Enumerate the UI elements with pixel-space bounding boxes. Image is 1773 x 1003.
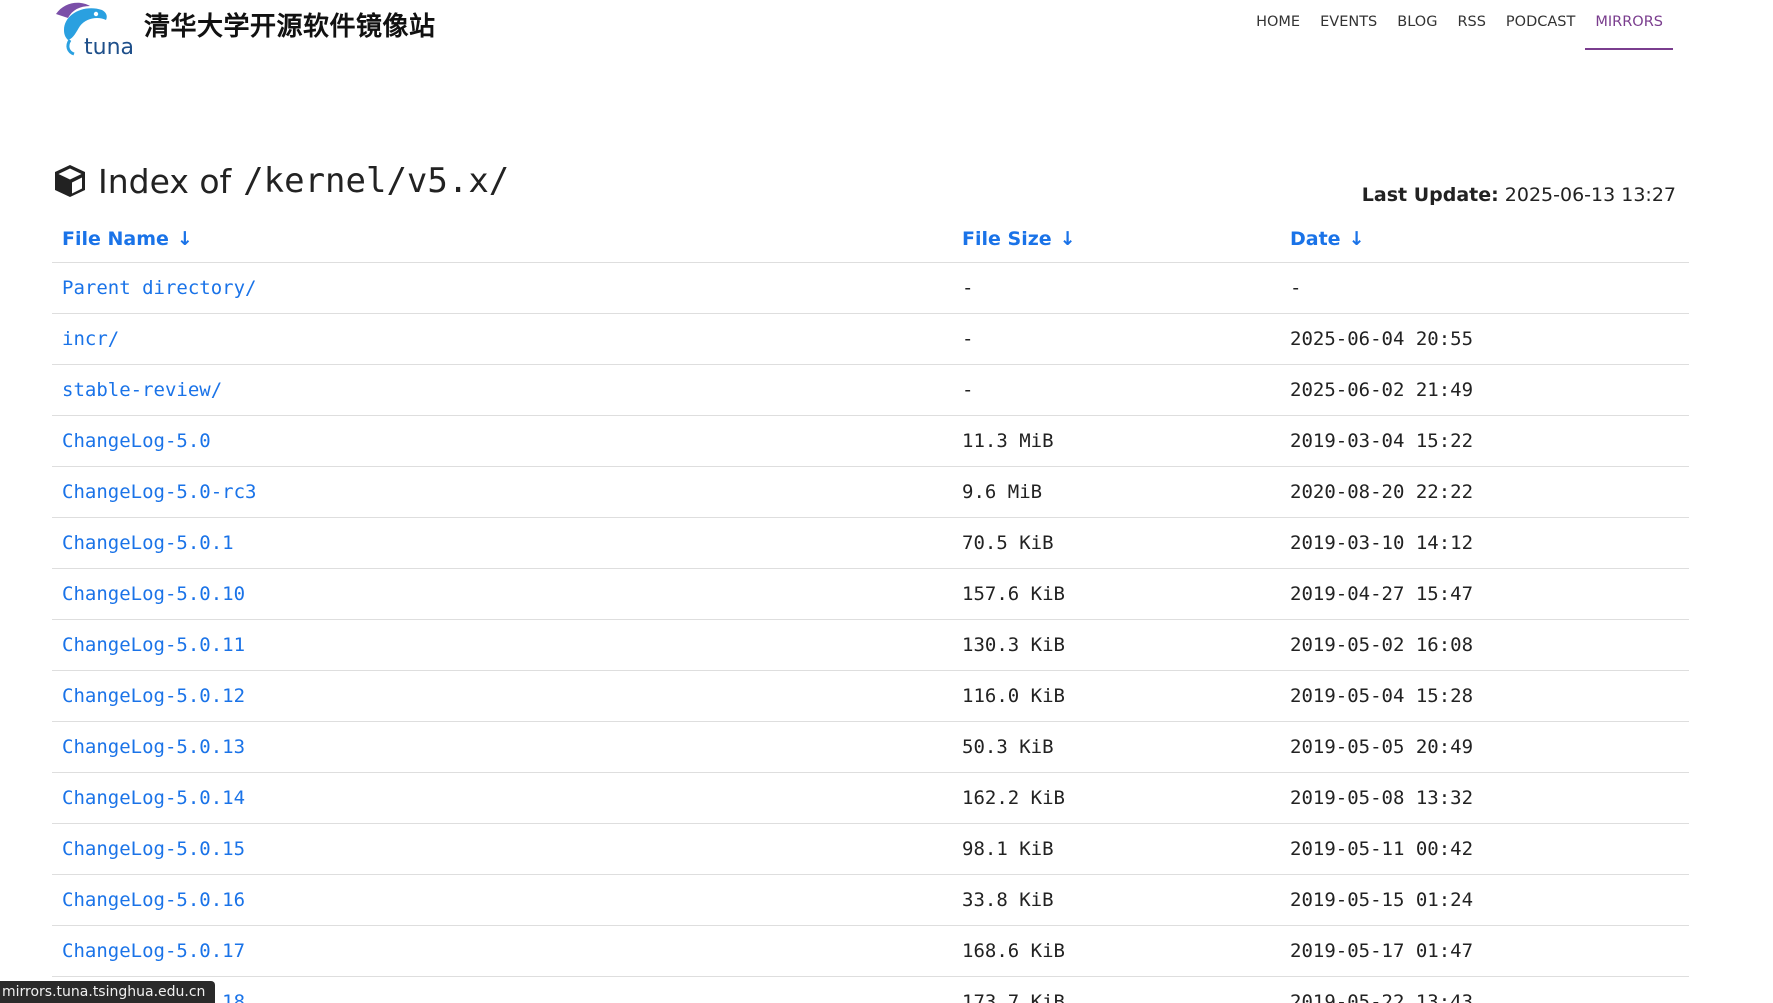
file-date: - xyxy=(1290,277,1302,299)
file-date: 2019-04-27 15:47 xyxy=(1290,583,1474,605)
file-link[interactable]: ChangeLog-5.0 xyxy=(52,430,952,452)
file-link[interactable]: ChangeLog-5.0.15 xyxy=(52,838,952,860)
file-size: - xyxy=(962,277,974,299)
nav-events[interactable]: EVENTS xyxy=(1310,0,1387,48)
file-size: 173.7 KiB xyxy=(962,991,1065,1003)
table-row: ChangeLog-5.0.14 162.2 KiB 2019-05-08 13… xyxy=(52,773,1689,824)
file-date: 2019-05-02 16:08 xyxy=(1290,634,1474,656)
file-date: 2025-06-04 20:55 xyxy=(1290,328,1474,350)
file-link[interactable]: Parent directory/ xyxy=(52,277,952,299)
file-size: 50.3 KiB xyxy=(962,736,1054,758)
page: tuna 清华大学开源软件镜像站 HOME EVENTS BLOG RSS PO… xyxy=(0,0,1773,1003)
file-link[interactable]: ChangeLog-5.0.1 xyxy=(52,532,952,554)
file-date: 2020-08-20 22:22 xyxy=(1290,481,1474,503)
table-row: ChangeLog-5.0.17 168.6 KiB 2019-05-17 01… xyxy=(52,926,1689,977)
file-link[interactable]: ChangeLog-5.0.12 xyxy=(52,685,952,707)
file-link[interactable]: ChangeLog-5.0.14 xyxy=(52,787,952,809)
table-row: ChangeLog-5.0.12 116.0 KiB 2019-05-04 15… xyxy=(52,671,1689,722)
file-size: 9.6 MiB xyxy=(962,481,1043,503)
sort-by-size-header[interactable]: File Size ↓ xyxy=(952,228,1280,250)
file-date: 2019-05-11 00:42 xyxy=(1290,838,1474,860)
nav-blog[interactable]: BLOG xyxy=(1387,0,1447,48)
site-brand-title[interactable]: 清华大学开源软件镜像站 xyxy=(144,6,436,43)
file-date: 2019-05-17 01:47 xyxy=(1290,940,1474,962)
file-size: 130.3 KiB xyxy=(962,634,1065,656)
file-size: 162.2 KiB xyxy=(962,787,1065,809)
file-date: 2019-05-15 01:24 xyxy=(1290,889,1474,911)
file-size: 70.5 KiB xyxy=(962,532,1054,554)
file-listing-table: File Name ↓ File Size ↓ Date ↓ Parent direc… xyxy=(52,216,1689,1003)
table-row: ChangeLog-5.0 11.3 MiB 2019-03-04 15:22 xyxy=(52,416,1689,467)
file-link[interactable]: ChangeLog-5.0.10 xyxy=(52,583,952,605)
sort-arrow-icon: ↓ xyxy=(1059,228,1076,250)
sort-arrow-icon: ↓ xyxy=(176,228,193,250)
sort-arrow-icon: ↓ xyxy=(1348,228,1365,250)
browser-status-bar: mirrors.tuna.tsinghua.edu.cn xyxy=(0,981,216,1003)
nav-mirrors[interactable]: MIRRORS xyxy=(1585,0,1673,50)
main-nav: HOME EVENTS BLOG RSS PODCAST MIRRORS xyxy=(1246,0,1673,50)
table-row: ChangeLog-5.0.10 157.6 KiB 2019-04-27 15… xyxy=(52,569,1689,620)
sort-by-name-header[interactable]: File Name ↓ xyxy=(52,228,952,250)
last-update: Last Update: 2025-06-13 13:27 xyxy=(1362,184,1676,206)
tuna-logo[interactable]: tuna xyxy=(50,0,136,58)
title-prefix: Index of xyxy=(98,161,232,201)
file-date: 2019-05-22 13:43 xyxy=(1290,991,1474,1003)
table-row: ChangeLog-5.0.15 98.1 KiB 2019-05-11 00:… xyxy=(52,824,1689,875)
nav-rss[interactable]: RSS xyxy=(1447,0,1495,48)
file-link[interactable]: stable-review/ xyxy=(52,379,952,401)
file-link[interactable]: ChangeLog-5.0.17 xyxy=(52,940,952,962)
last-update-label: Last Update: xyxy=(1361,184,1499,206)
file-link[interactable]: ChangeLog-5.0.16 xyxy=(52,889,952,911)
sort-by-date-header[interactable]: Date ↓ xyxy=(1280,228,1689,250)
file-link[interactable]: ChangeLog-5.0.13 xyxy=(52,736,952,758)
last-update-value: 2025-06-13 13:27 xyxy=(1504,184,1676,206)
file-date: 2019-03-04 15:22 xyxy=(1290,430,1474,452)
file-size: 11.3 MiB xyxy=(962,430,1054,452)
table-row: stable-review/ - 2025-06-02 21:49 xyxy=(52,365,1689,416)
page-title: Index of /kernel/v5.x/ xyxy=(52,158,509,204)
table-row: ChangeLog-5.0.11 130.3 KiB 2019-05-02 16… xyxy=(52,620,1689,671)
file-date: 2019-05-08 13:32 xyxy=(1290,787,1474,809)
table-row: ChangeLog-5.0.1 70.5 KiB 2019-03-10 14:1… xyxy=(52,518,1689,569)
table-row: ChangeLog-5.0.16 33.8 KiB 2019-05-15 01:… xyxy=(52,875,1689,926)
file-date: 2025-06-02 21:49 xyxy=(1290,379,1474,401)
directory-path: /kernel/v5.x/ xyxy=(243,161,510,201)
svg-text:tuna: tuna xyxy=(84,35,134,58)
table-row: incr/ - 2025-06-04 20:55 xyxy=(52,314,1689,365)
table-row: ChangeLog-5.0-rc3 9.6 MiB 2020-08-20 22:… xyxy=(52,467,1689,518)
file-size: - xyxy=(962,328,974,350)
file-size: 33.8 KiB xyxy=(962,889,1054,911)
file-size: 168.6 KiB xyxy=(962,940,1065,962)
file-size: 98.1 KiB xyxy=(962,838,1054,860)
table-row: Parent directory/ - - xyxy=(52,263,1689,314)
cube-icon xyxy=(55,165,85,197)
file-link[interactable]: ChangeLog-5.0.11 xyxy=(52,634,952,656)
site-header: tuna 清华大学开源软件镜像站 HOME EVENTS BLOG RSS PO… xyxy=(0,0,1773,60)
file-date: 2019-05-05 20:49 xyxy=(1290,736,1474,758)
file-size: 116.0 KiB xyxy=(962,685,1065,707)
file-link[interactable]: incr/ xyxy=(52,328,952,350)
file-size: - xyxy=(962,379,974,401)
table-row: ChangeLog-5.0.13 50.3 KiB 2019-05-05 20:… xyxy=(52,722,1689,773)
file-size: 157.6 KiB xyxy=(962,583,1065,605)
file-link[interactable]: ChangeLog-5.0-rc3 xyxy=(52,481,952,503)
nav-home[interactable]: HOME xyxy=(1246,0,1310,48)
file-date: 2019-03-10 14:12 xyxy=(1290,532,1474,554)
file-date: 2019-05-04 15:28 xyxy=(1290,685,1474,707)
table-header-row: File Name ↓ File Size ↓ Date ↓ xyxy=(52,216,1689,263)
table-row: ChangeLog-5.0.18 173.7 KiB 2019-05-22 13… xyxy=(52,977,1689,1003)
nav-podcast[interactable]: PODCAST xyxy=(1496,0,1585,48)
